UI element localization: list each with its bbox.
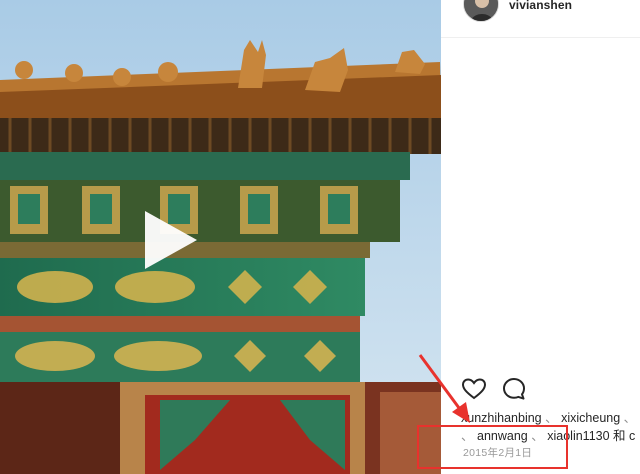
play-button[interactable] [135,205,205,275]
liker-link[interactable]: xunzhihanbing [461,411,542,425]
liker-separator: 、 [531,429,544,443]
likes-suffix[interactable]: 和 c [613,429,635,443]
heart-icon [461,378,487,400]
liker-separator: 、 [461,429,474,443]
username-link[interactable]: vivianshen [509,0,572,12]
liker-link[interactable]: xiaolin1130 [547,429,609,443]
post-side-panel: vivianshen xunzhihanbing 、 xixicheung 、 … [441,0,640,474]
likes-line-1: xunzhihanbing 、 xixicheung 、 [461,407,640,426]
comment-button[interactable] [501,376,527,402]
post-media[interactable] [0,0,441,474]
post-date[interactable]: 2015年2月1日 [463,445,532,460]
liker-separator: 、 [623,411,637,425]
likes-line-2: 、 annwang 、 xiaolin1130 和 c [461,425,640,444]
play-icon [145,211,197,269]
liker-link[interactable]: annwang [477,429,528,443]
like-button[interactable] [461,376,487,402]
liker-separator: 、 [545,411,558,425]
liker-link[interactable]: xixicheung [561,411,620,425]
avatar-image [464,0,498,21]
avatar[interactable] [463,0,499,22]
post-header: vivianshen [441,0,640,38]
post-photo [0,0,441,474]
comment-icon [503,378,525,400]
action-bar [461,376,527,402]
